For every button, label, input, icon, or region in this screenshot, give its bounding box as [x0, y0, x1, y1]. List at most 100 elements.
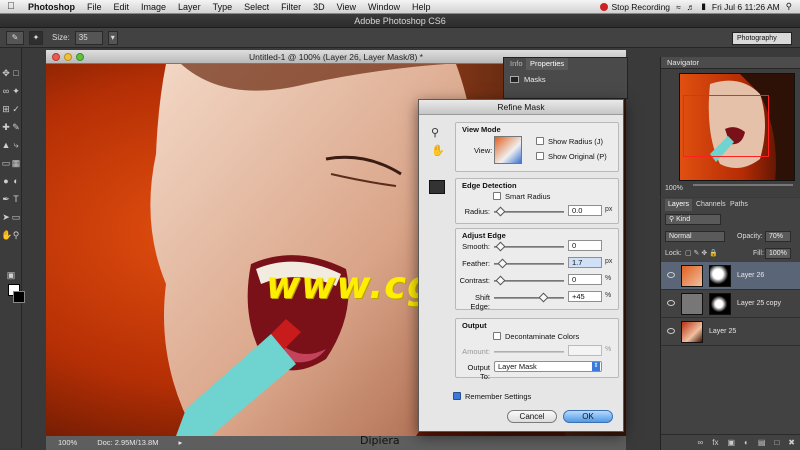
layer-mask-thumbnail[interactable] [709, 265, 731, 287]
smooth-field[interactable]: 0 [568, 240, 602, 251]
clock[interactable]: Fri Jul 6 11:26 AM [712, 2, 780, 12]
hand-tool-icon[interactable]: ✋ [1, 230, 12, 241]
zoom-tool-icon[interactable]: ⚲ [11, 230, 21, 241]
lock-icons[interactable]: ▢ ✎ ✥ 🔒 [685, 249, 718, 257]
zoom-icon[interactable]: ⚲ [431, 126, 439, 139]
size-input[interactable]: 35 [74, 30, 103, 45]
tab-paths[interactable]: Paths [727, 199, 751, 211]
tab-properties[interactable]: Properties [526, 58, 569, 70]
ok-button[interactable]: OK [563, 410, 613, 423]
fx-icon[interactable]: fx [712, 435, 718, 450]
move-tool-icon[interactable]: ✥ [1, 68, 11, 79]
size-dropdown[interactable]: ▾ [107, 30, 118, 45]
layer-row[interactable]: Layer 25 copy [661, 290, 800, 318]
layer-filter-select[interactable]: ⚲ Kind [665, 214, 721, 225]
status-arrow-icon[interactable]: ▸ [178, 436, 182, 450]
brush-preset-picker[interactable]: ✦ [29, 30, 43, 45]
smooth-slider-knob[interactable] [495, 241, 506, 252]
spotlight-icon[interactable]: ⚲ [786, 1, 792, 12]
contrast-field[interactable]: 0 [568, 274, 602, 285]
tool-preset-picker[interactable]: ✎ [6, 30, 24, 45]
gradient-tool-icon[interactable]: ▦ [11, 158, 21, 169]
marquee-tool-icon[interactable]: □ [11, 68, 21, 79]
layer-row[interactable]: Layer 26 [661, 262, 800, 290]
menu-image[interactable]: Image [135, 2, 172, 12]
battery-icon[interactable]: ▮ [701, 1, 706, 12]
shift-edge-slider[interactable] [494, 297, 564, 299]
new-layer-icon[interactable]: □ [774, 435, 779, 450]
navigator-title[interactable]: Navigator [661, 57, 800, 69]
shape-tool-icon[interactable]: ▭ [11, 212, 21, 223]
menu-help[interactable]: Help [406, 2, 437, 12]
tab-channels[interactable]: Channels [693, 199, 729, 211]
layer-row[interactable]: Layer 25 [661, 318, 800, 346]
dodge-tool-icon[interactable]: ◐ [11, 176, 21, 187]
apple-icon[interactable]:  [0, 1, 22, 12]
radius-field[interactable]: 0.0 [568, 205, 602, 216]
clone-stamp-icon[interactable]: ▲ [1, 140, 11, 151]
menu-filter[interactable]: Filter [275, 2, 307, 12]
background-color-swatch[interactable] [13, 291, 25, 303]
link-icon[interactable]: ∞ [698, 435, 704, 450]
navigator-zoom[interactable]: 100% [665, 185, 683, 192]
menu-type[interactable]: Type [207, 2, 239, 12]
menu-select[interactable]: Select [238, 2, 275, 12]
tab-info[interactable]: Info [506, 58, 527, 70]
visibility-eye-icon[interactable] [667, 300, 675, 306]
crop-tool-icon[interactable]: ⊞ [1, 104, 11, 115]
navigator-view-box[interactable] [683, 95, 769, 157]
history-brush-icon[interactable]: ⤷ [11, 140, 21, 151]
eyedropper-tool-icon[interactable]: ✓ [11, 104, 21, 115]
view-preview-thumbnail[interactable] [494, 136, 522, 164]
decontaminate-checkbox[interactable] [493, 332, 501, 340]
doc-size[interactable]: Doc: 2.95M/13.8M [97, 436, 158, 450]
contrast-slider-knob[interactable] [495, 275, 506, 286]
minimize-window-button[interactable] [64, 53, 72, 61]
zoom-window-button[interactable] [76, 53, 84, 61]
pen-tool-icon[interactable]: ✒ [1, 194, 11, 205]
remember-settings-checkbox[interactable] [453, 392, 461, 400]
blur-tool-icon[interactable]: ● [1, 176, 11, 187]
brush-tool-icon[interactable]: ✎ [11, 122, 21, 133]
feather-field[interactable]: 1.7 [568, 257, 602, 268]
magic-wand-icon[interactable]: ✦ [11, 86, 21, 97]
wifi-icon[interactable]: ≈ [676, 2, 681, 12]
opacity-field[interactable]: 70% [765, 231, 791, 242]
menu-file[interactable]: File [81, 2, 108, 12]
visibility-eye-icon[interactable] [667, 328, 675, 334]
volume-icon[interactable]: ♬ [687, 2, 696, 12]
feather-slider-knob[interactable] [497, 258, 508, 269]
layer-mask-thumbnail[interactable] [709, 293, 731, 315]
lasso-tool-icon[interactable]: ∞ [1, 86, 11, 97]
workspace-switcher[interactable]: Photography [732, 32, 792, 45]
cancel-button[interactable]: Cancel [507, 410, 557, 423]
radius-slider-knob[interactable] [495, 206, 506, 217]
shift-edge-field[interactable]: +45 [568, 291, 602, 302]
output-to-select[interactable]: Layer Mask ⇕ [494, 361, 602, 372]
hand-icon[interactable]: ✋ [431, 144, 445, 157]
menu-edit[interactable]: Edit [108, 2, 136, 12]
path-selection-icon[interactable]: ➤ [1, 212, 11, 223]
close-window-button[interactable] [52, 53, 60, 61]
shift-edge-slider-knob[interactable] [538, 292, 549, 303]
trash-icon[interactable]: ✖ [788, 435, 795, 450]
amount-field[interactable] [568, 345, 602, 356]
blend-mode-select[interactable]: Normal [665, 231, 725, 242]
menu-app-name[interactable]: Photoshop [22, 2, 81, 12]
menu-window[interactable]: Window [362, 2, 406, 12]
show-radius-checkbox[interactable] [536, 137, 544, 145]
smart-radius-checkbox[interactable] [493, 192, 501, 200]
type-tool-icon[interactable]: T [11, 194, 21, 205]
refine-radius-tool[interactable] [429, 180, 445, 194]
menu-3d[interactable]: 3D [307, 2, 331, 12]
menu-layer[interactable]: Layer [172, 2, 207, 12]
healing-brush-icon[interactable]: ✚ [1, 122, 11, 133]
stop-recording-item[interactable]: Stop Recording [600, 2, 670, 12]
menu-view[interactable]: View [331, 2, 362, 12]
zoom-level[interactable]: 100% [58, 436, 77, 450]
tab-layers[interactable]: Layers [665, 199, 693, 211]
add-mask-icon[interactable]: ▣ [727, 435, 735, 450]
adjustment-icon[interactable]: ◐ [744, 435, 749, 450]
folder-icon[interactable]: ▤ [758, 435, 766, 450]
visibility-eye-icon[interactable] [667, 272, 675, 278]
